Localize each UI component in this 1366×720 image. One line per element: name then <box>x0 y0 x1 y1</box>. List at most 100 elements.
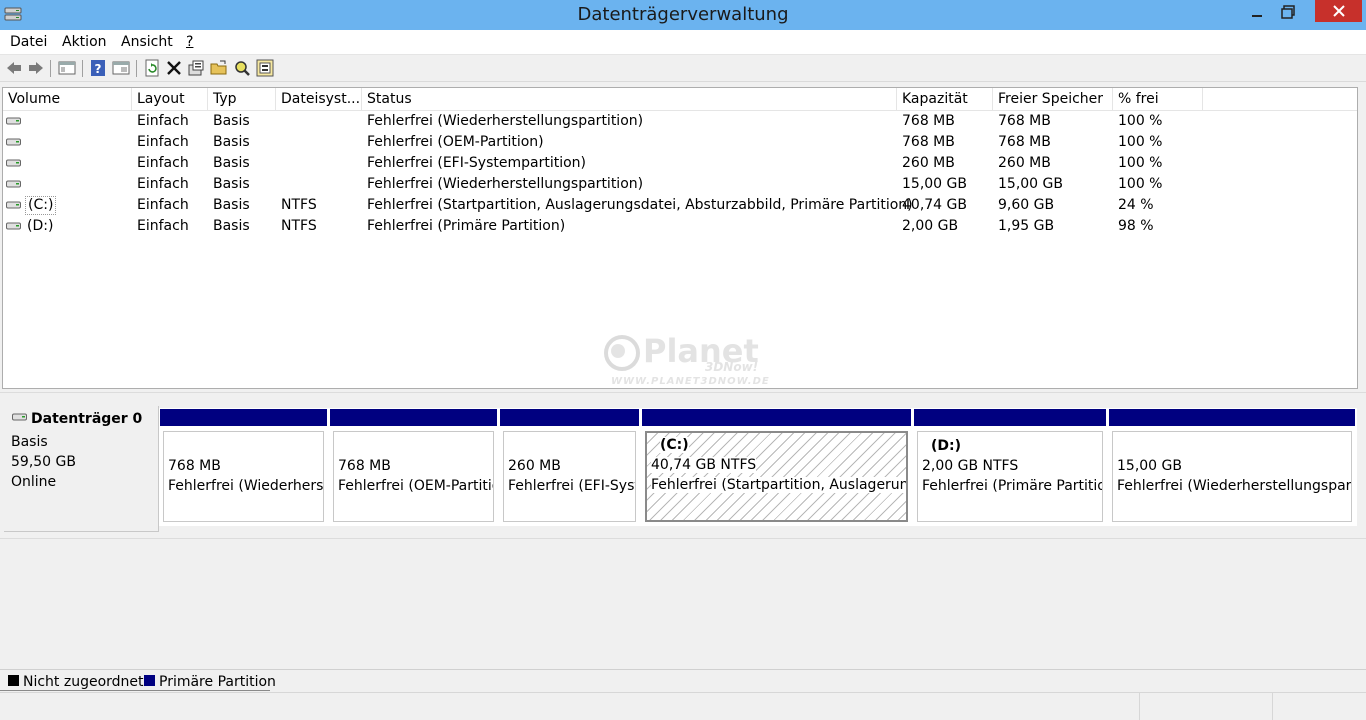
cell-kapazitaet: 2,00 GB <box>902 218 959 234</box>
cell-typ: Basis <box>213 197 250 213</box>
cell-status: Fehlerfrei (Startpartition, Auslagerungs… <box>367 197 913 213</box>
search-icon[interactable] <box>233 59 251 77</box>
help-icon[interactable]: ? <box>89 59 107 77</box>
open-icon[interactable] <box>210 59 228 77</box>
partition-bar <box>1109 409 1355 426</box>
close-button[interactable] <box>1315 0 1362 22</box>
partition-oem[interactable]: 768 MB Fehlerfrei (OEM-Partition) <box>330 409 497 526</box>
partition-body: 260 MB Fehlerfrei (EFI-Systempartition) <box>503 431 636 522</box>
console-tree-icon[interactable] <box>58 59 76 77</box>
table-row[interactable]: Einfach Basis Fehlerfrei (OEM-Partition)… <box>3 132 1357 153</box>
disk-name: Datenträger 0 <box>31 411 143 427</box>
drive-icon <box>6 159 21 167</box>
cell-freier-speicher: 260 MB <box>998 155 1051 171</box>
partition-status: Fehlerfrei (Primäre Partition) <box>922 478 1103 494</box>
status-pane <box>1272 693 1273 720</box>
menu-datei[interactable]: Datei <box>10 34 47 50</box>
partition-recovery-2[interactable]: 15,00 GB Fehlerfrei (Wiederherstellungsp… <box>1109 409 1355 526</box>
graphic-view-empty-area <box>0 538 1366 668</box>
cell-freier-speicher: 15,00 GB <box>998 176 1063 192</box>
legend-unallocated-swatch <box>8 675 19 686</box>
partition-size: 40,74 GB NTFS <box>651 457 757 473</box>
cell-dateisystem: NTFS <box>281 218 317 234</box>
legend: Nicht zugeordnet Primäre Partition <box>0 669 1366 691</box>
legend-unallocated-label: Nicht zugeordnet <box>23 674 144 690</box>
cell-status: Fehlerfrei (Primäre Partition) <box>367 218 566 234</box>
cell-prozent-frei: 98 % <box>1118 218 1154 234</box>
restore-icon <box>1281 5 1295 19</box>
watermark-logo: Planet 3DNow! WWW.PLANET3DNOW.DE <box>603 332 769 392</box>
disk-size: 59,50 GB <box>11 454 76 470</box>
export-icon[interactable] <box>256 59 274 77</box>
partition-efi[interactable]: 260 MB Fehlerfrei (EFI-Systempartition) <box>500 409 639 526</box>
disk-type: Basis <box>11 434 48 450</box>
forward-icon[interactable] <box>27 59 45 77</box>
partition-d[interactable]: (D:) 2,00 GB NTFS Fehlerfrei (Primäre Pa… <box>914 409 1106 526</box>
cell-kapazitaet: 768 MB <box>902 134 955 150</box>
partition-size: 2,00 GB NTFS <box>922 458 1019 474</box>
partition-c[interactable]: (C:) 40,74 GB NTFS Fehlerfrei (Startpart… <box>642 409 911 526</box>
column-layout[interactable]: Layout <box>132 88 208 111</box>
column-typ[interactable]: Typ <box>208 88 276 111</box>
partition-body: 768 MB Fehlerfrei (OEM-Partition) <box>333 431 494 522</box>
column-prozent-frei[interactable]: % frei <box>1113 88 1203 111</box>
disk-info-panel[interactable]: Datenträger 0 Basis 59,50 GB Online <box>4 406 159 532</box>
table-row[interactable]: Einfach Basis Fehlerfrei (Wiederherstell… <box>3 111 1357 132</box>
refresh-icon[interactable] <box>143 59 161 77</box>
cell-freier-speicher: 1,95 GB <box>998 218 1055 234</box>
toolbar: ? <box>0 55 1366 82</box>
table-row[interactable]: Einfach Basis Fehlerfrei (EFI-Systempart… <box>3 153 1357 174</box>
drive-icon <box>6 201 21 209</box>
cell-kapazitaet: 15,00 GB <box>902 176 967 192</box>
cell-volume: (D:) <box>27 218 54 234</box>
cell-prozent-frei: 100 % <box>1118 155 1163 171</box>
cell-layout: Einfach <box>137 176 189 192</box>
back-icon[interactable] <box>5 59 23 77</box>
planet-logo-icon <box>604 335 640 371</box>
drive-icon <box>6 117 21 125</box>
legend-underline <box>0 690 270 691</box>
svg-text:?: ? <box>95 62 102 76</box>
title-bar: Datenträgerverwaltung <box>0 0 1366 30</box>
pane-splitter[interactable] <box>0 389 1366 393</box>
partition-label: (C:) <box>660 437 689 453</box>
cell-prozent-frei: 24 % <box>1118 197 1154 213</box>
drive-icon <box>6 138 21 146</box>
menu-ansicht[interactable]: Ansicht <box>121 34 173 50</box>
cell-typ: Basis <box>213 134 250 150</box>
cell-layout: Einfach <box>137 155 189 171</box>
legend-primary-swatch <box>144 675 155 686</box>
column-volume[interactable]: Volume <box>3 88 132 111</box>
cell-kapazitaet: 40,74 GB <box>902 197 967 213</box>
partition-size: 15,00 GB <box>1117 458 1182 474</box>
partition-recovery-1[interactable]: 768 MB Fehlerfrei (Wiederherstellungspar… <box>160 409 327 526</box>
menu-help[interactable]: ? <box>186 34 193 50</box>
column-kapazitaet[interactable]: Kapazität <box>897 88 993 111</box>
partition-label: (D:) <box>931 438 962 454</box>
table-row[interactable]: (D:) Einfach Basis NTFS Fehlerfrei (Prim… <box>3 216 1357 237</box>
cell-status: Fehlerfrei (OEM-Partition) <box>367 134 544 150</box>
maximize-button[interactable] <box>1268 0 1308 24</box>
column-status[interactable]: Status <box>362 88 897 111</box>
legend-primary-label: Primäre Partition <box>159 674 276 690</box>
table-row[interactable]: Einfach Basis Fehlerfrei (Wiederherstell… <box>3 174 1357 195</box>
properties-view-icon[interactable] <box>112 59 130 77</box>
partition-body: 768 MB Fehlerfrei (Wiederherstellungspar… <box>163 431 324 522</box>
cell-status: Fehlerfrei (Wiederherstellungspartition) <box>367 176 644 192</box>
volume-list-scrollbar[interactable] <box>1358 87 1366 389</box>
delete-icon[interactable] <box>165 59 183 77</box>
cell-typ: Basis <box>213 176 250 192</box>
cell-typ: Basis <box>213 218 250 234</box>
cell-layout: Einfach <box>137 113 189 129</box>
cell-freier-speicher: 768 MB <box>998 113 1051 129</box>
minimize-icon <box>1252 15 1262 17</box>
properties-icon[interactable] <box>187 59 205 77</box>
partition-body: (C:) 40,74 GB NTFS Fehlerfrei (Startpart… <box>645 431 908 522</box>
table-row[interactable]: (C:) Einfach Basis NTFS Fehlerfrei (Star… <box>3 195 1357 216</box>
column-dateisystem[interactable]: Dateisyst... <box>276 88 362 111</box>
column-freier-speicher[interactable]: Freier Speicher <box>993 88 1113 111</box>
menu-aktion[interactable]: Aktion <box>62 34 107 50</box>
cell-kapazitaet: 768 MB <box>902 113 955 129</box>
cell-prozent-frei: 100 % <box>1118 113 1163 129</box>
menu-bar: Datei Aktion Ansicht ? <box>0 30 1366 55</box>
